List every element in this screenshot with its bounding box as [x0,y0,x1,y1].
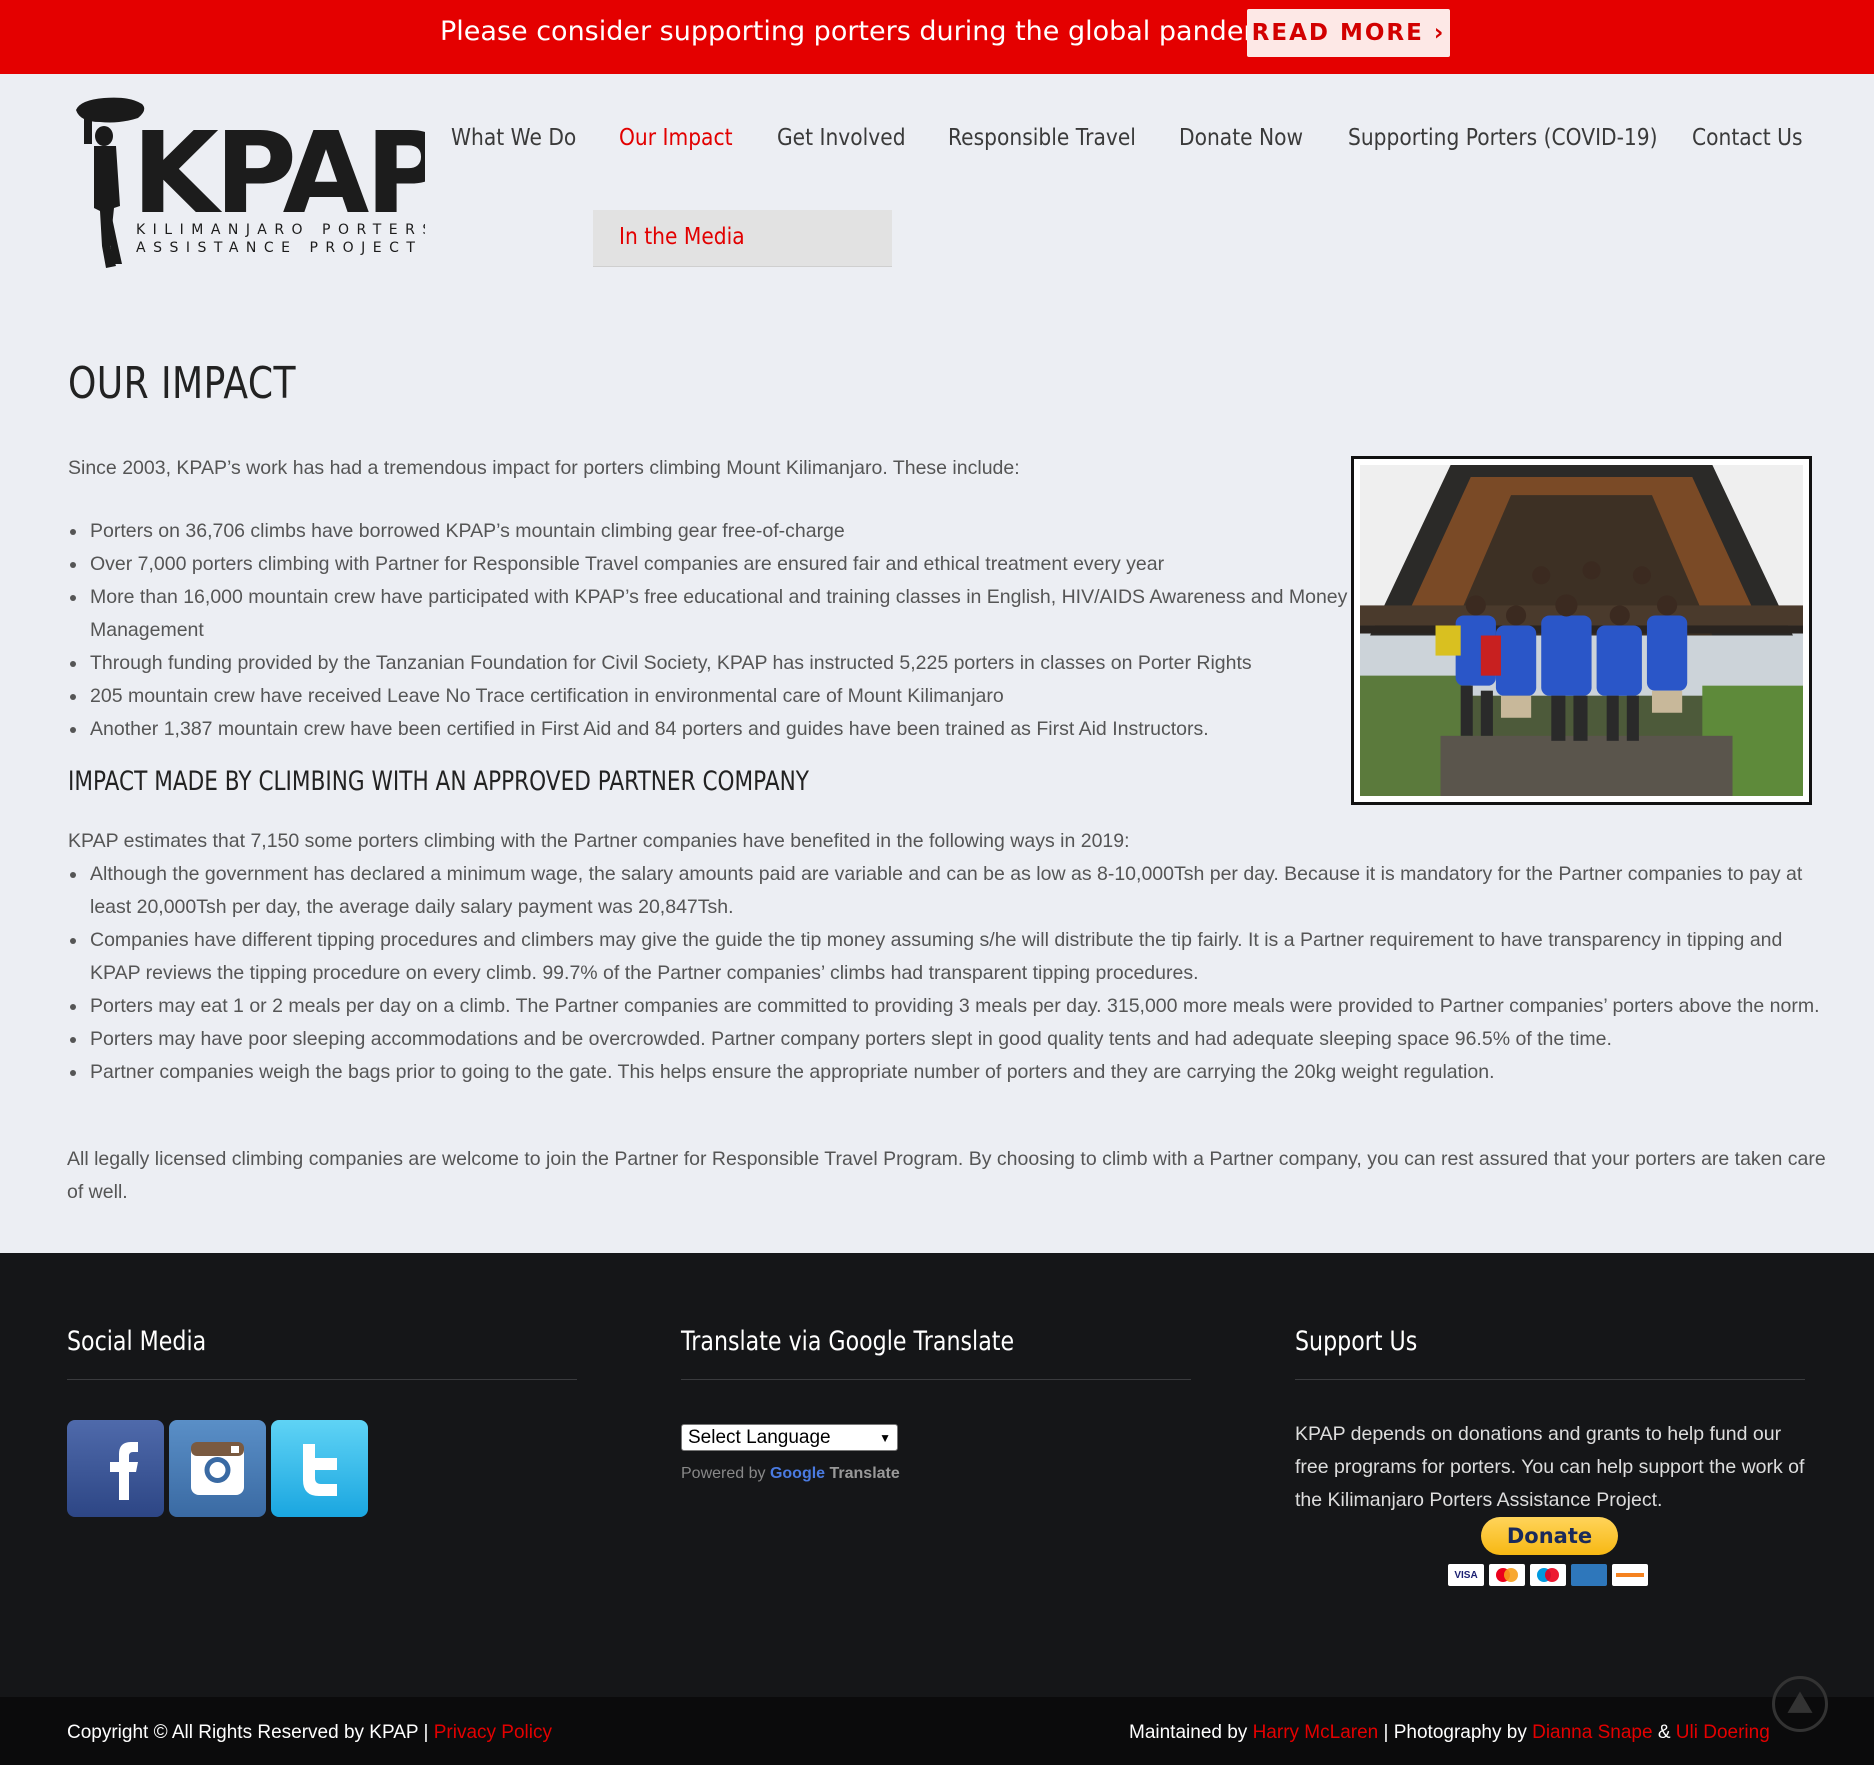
language-select-value: Select Language [688,1426,831,1448]
nav-contact-us[interactable]: Contact Us [1692,125,1803,151]
instagram-icon[interactable] [169,1420,266,1517]
facebook-icon[interactable] [67,1420,164,1517]
ampersand: & [1657,1722,1671,1743]
support-text: KPAP depends on donations and grants to … [1295,1423,1805,1511]
logo-wordmark: KPAP [132,109,425,239]
page-title: OUR IMPACT [68,358,296,409]
intro-paragraph: Since 2003, KPAP’s work has had a tremen… [68,457,1020,479]
mastercard-icon [1489,1564,1525,1586]
nav-what-we-do[interactable]: What We Do [451,125,576,151]
separator: | [1383,1722,1389,1743]
arrow-up-icon [1787,1691,1813,1713]
kpap-logo[interactable]: KPAP KILIMANJARO PORTERS ASSISTANCE PROJ… [70,96,425,286]
list-item: Partner companies weigh the bags prior t… [68,1056,1824,1089]
list-item: Porters on 36,706 climbs have borrowed K… [68,515,1348,548]
list-item: Porters may have poor sleeping accommoda… [68,1023,1824,1056]
divider [1295,1379,1805,1380]
impact-list: Porters on 36,706 climbs have borrowed K… [68,515,1348,746]
porters-photo [1351,456,1812,805]
twitter-icon[interactable] [271,1420,368,1517]
maintained-label: Maintained by [1129,1722,1248,1743]
list-item: 205 mountain crew have received Leave No… [68,680,1348,713]
logo-tagline-2: ASSISTANCE PROJECT [136,240,422,256]
social-media-heading: Social Media [67,1326,207,1357]
banner-text: Please consider supporting porters durin… [440,16,1301,47]
photography-label: Photography by [1393,1722,1527,1743]
nav-responsible-travel[interactable]: Responsible Travel [948,125,1136,151]
submenu-in-the-media[interactable]: In the Media [619,224,745,250]
partner-intro: KPAP estimates that 7,150 some porters c… [68,830,1130,852]
divider [681,1379,1191,1380]
section-heading: IMPACT MADE BY CLIMBING WITH AN APPROVED… [68,766,809,797]
chevron-down-icon: ▼ [879,1430,891,1445]
list-item: Companies have different tipping procedu… [68,924,1824,990]
photographer-link[interactable]: Uli Doering [1676,1722,1770,1743]
list-item: Over 7,000 porters climbing with Partner… [68,548,1348,581]
support-heading: Support Us [1295,1326,1418,1357]
list-item: More than 16,000 mountain crew have part… [68,581,1348,647]
visa-card-icon: VISA [1448,1564,1484,1586]
maestro-icon [1530,1564,1566,1586]
list-item: Another 1,387 mountain crew have been ce… [68,713,1348,746]
google-logo: Google [769,1465,826,1482]
scroll-to-top-button[interactable] [1772,1676,1828,1732]
closing-paragraph: All legally licensed climbing companies … [67,1148,1826,1203]
translate-link[interactable]: Translate [830,1465,900,1482]
amex-icon [1571,1564,1607,1586]
list-item: Through funding provided by the Tanzania… [68,647,1348,680]
copyright-line: Copyright © All Rights Reserved by KPAP … [67,1722,552,1744]
nav-donate-now[interactable]: Donate Now [1179,125,1303,151]
partner-benefits-list: Although the government has declared a m… [68,858,1824,1089]
nav-get-involved[interactable]: Get Involved [777,125,906,151]
translate-heading: Translate via Google Translate [681,1326,1015,1357]
list-item: Although the government has declared a m… [68,858,1824,924]
discover-icon [1612,1564,1648,1586]
divider [67,1379,577,1380]
powered-by-label: Powered by [681,1465,766,1482]
language-select[interactable]: Select Language ▼ [681,1424,898,1451]
privacy-policy-link[interactable]: Privacy Policy [434,1722,552,1743]
nav-our-impact[interactable]: Our Impact [619,125,733,151]
read-more-button[interactable]: READ MORE › [1247,9,1450,57]
paypal-donate-button[interactable]: Donate [1481,1517,1618,1555]
separator: | [423,1722,429,1743]
powered-by-google: Powered by Google Translate [681,1465,900,1483]
porters-group-image [1360,465,1803,796]
maintainer-link[interactable]: Harry McLaren [1253,1722,1379,1743]
nav-supporting-porters[interactable]: Supporting Porters (COVID-19) [1348,125,1658,151]
credits-line: Maintained by Harry McLaren | Photograph… [1129,1722,1770,1744]
photographer-link[interactable]: Dianna Snape [1532,1722,1652,1743]
logo-tagline-1: KILIMANJARO PORTERS [136,222,425,238]
copyright-text: Copyright © All Rights Reserved by KPAP [67,1722,419,1743]
list-item: Porters may eat 1 or 2 meals per day on … [68,990,1824,1023]
